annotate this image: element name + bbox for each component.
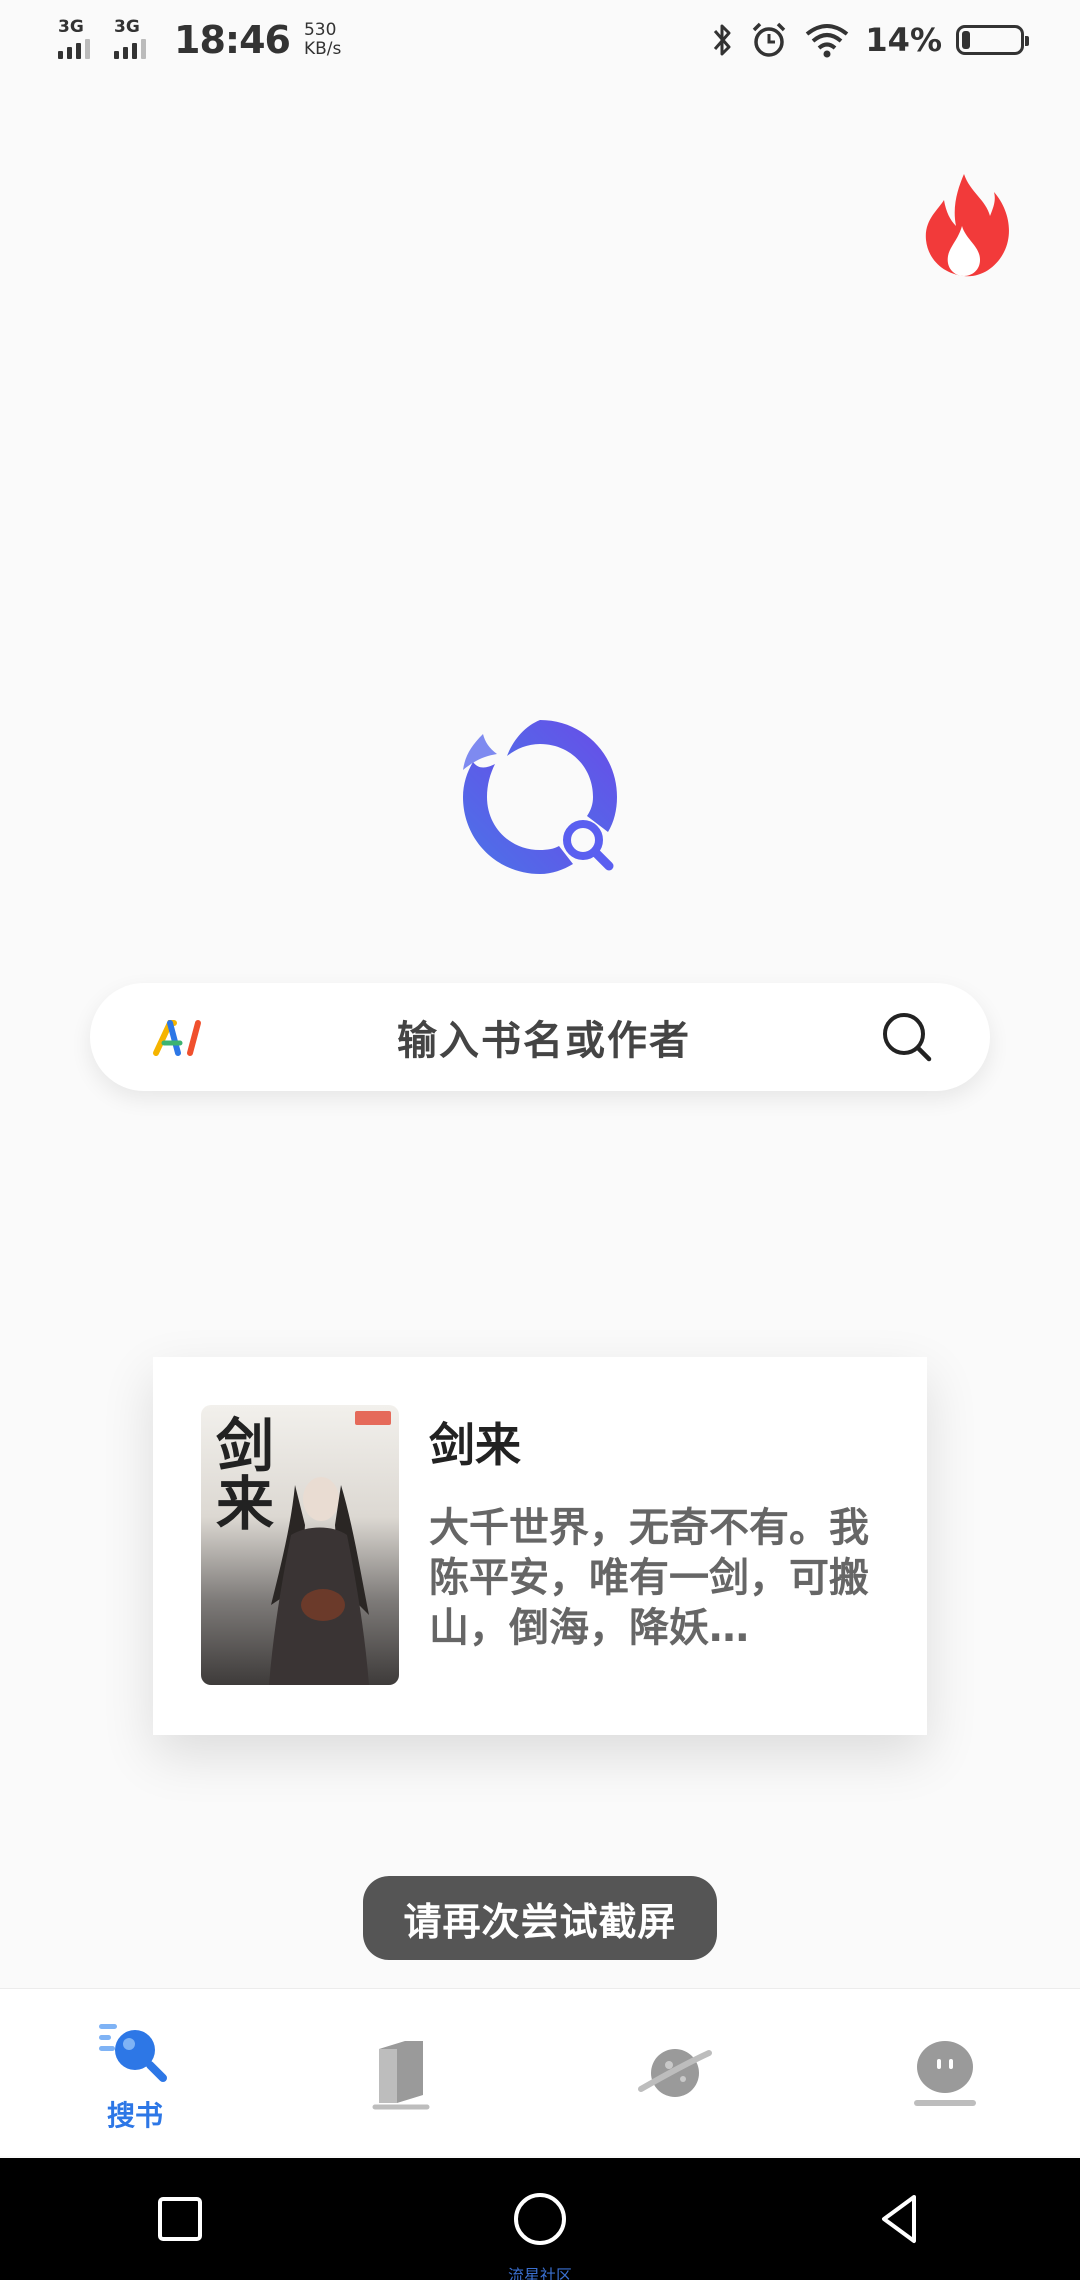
watermark: 流星社区	[507, 2266, 572, 2280]
book-recommendation-card[interactable]: 剑来 剑来 大千世界，无奇不有。我陈平安，唯有一剑，可搬山，倒海，降妖…	[153, 1357, 927, 1735]
recents-button[interactable]	[148, 2187, 212, 2251]
status-bar: 3G 3G 18:46 530 KB/s 14%	[0, 0, 1080, 80]
search-books-icon	[99, 2023, 167, 2082]
speed-unit: KB/s	[303, 39, 342, 59]
network-type: 3G	[58, 17, 84, 37]
book-info: 剑来 大千世界，无奇不有。我陈平安，唯有一剑，可搬山，倒海，降妖…	[429, 1405, 869, 1687]
alarm-icon	[753, 22, 786, 57]
back-button[interactable]	[868, 2187, 932, 2251]
bookshelf-icon	[372, 2040, 430, 2109]
tab-discover[interactable]	[575, 1989, 775, 2157]
app-logo	[463, 720, 617, 874]
toast-message: 请再次尝试截屏	[363, 1876, 717, 1960]
planet-icon	[638, 2048, 712, 2097]
speed-value: 530	[303, 20, 337, 40]
hot-list-icon[interactable]	[924, 170, 1010, 280]
book-title[interactable]: 剑来	[429, 1409, 869, 1475]
tab-bookshelf[interactable]	[305, 1989, 505, 2157]
bottom-tab-bar: 搜书	[0, 1988, 1080, 2156]
battery-percent: 14%	[865, 21, 942, 59]
book-cover[interactable]: 剑来	[201, 1405, 399, 1685]
profile-icon	[914, 2040, 976, 2106]
tab-search-books[interactable]: 搜书	[35, 1989, 235, 2157]
clock: 18:46	[174, 18, 291, 62]
tab-profile[interactable]	[845, 1989, 1045, 2157]
book-description: 大千世界，无奇不有。我陈平安，唯有一剑，可搬山，倒海，降妖…	[429, 1505, 869, 1651]
cover-badge	[355, 1411, 391, 1425]
signal-icon: 3G	[58, 19, 104, 61]
cover-figure-image	[269, 1477, 369, 1685]
search-bar[interactable]: 输入书名或作者	[90, 983, 990, 1091]
bluetooth-icon	[714, 24, 731, 56]
network-type: 3G	[114, 17, 140, 37]
home-button[interactable]	[508, 2187, 572, 2251]
network-speed: 530 KB/s	[304, 21, 341, 59]
battery-icon	[956, 25, 1029, 55]
wifi-icon	[806, 24, 849, 58]
tab-search-books-label: 搜书	[106, 2098, 163, 2132]
search-icon[interactable]	[880, 1010, 934, 1064]
signal-icon: 3G	[114, 19, 160, 61]
search-input[interactable]: 输入书名或作者	[397, 1008, 691, 1066]
status-left: 3G 3G 18:46 530 KB/s	[58, 18, 341, 62]
ai-search-icon[interactable]	[152, 1017, 208, 1057]
status-right: 14%	[709, 20, 1029, 60]
